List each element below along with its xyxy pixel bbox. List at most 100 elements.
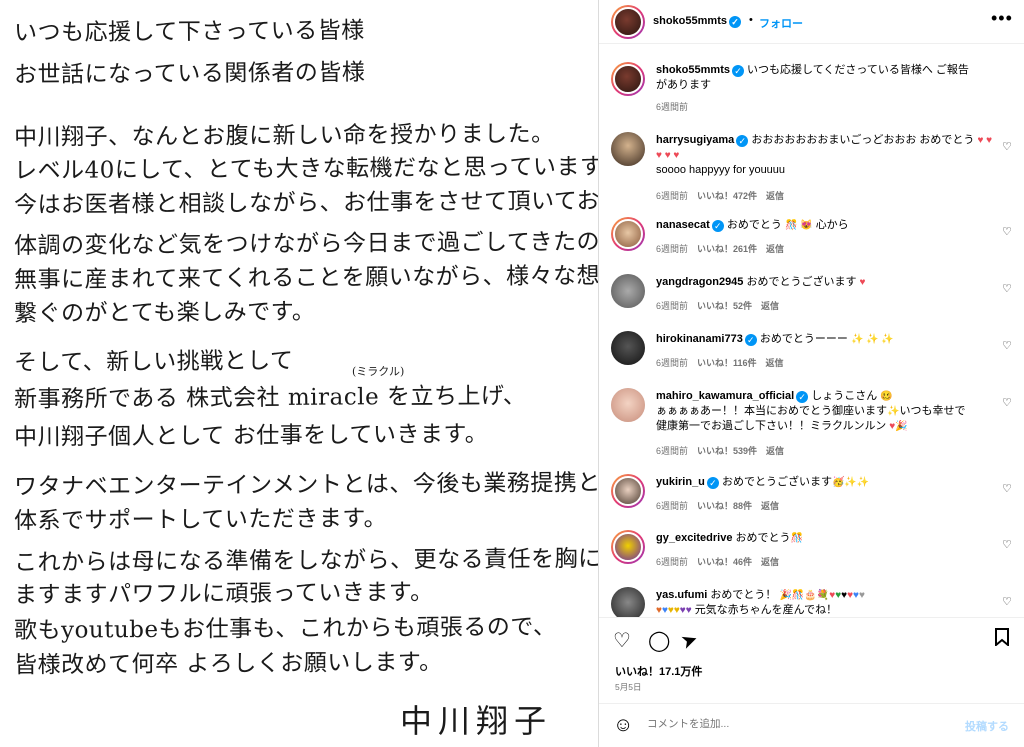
verified-badge-icon: ✓	[711, 220, 724, 232]
author-username[interactable]: shoko55mmts ✓	[653, 15, 741, 28]
comment-username[interactable]: yas.ufumi	[656, 589, 707, 601]
letter-line: 今はお医者様と相談しながら、お仕事をさせて頂いております。	[13, 187, 598, 219]
author-avatar[interactable]	[611, 5, 645, 39]
reply-button[interactable]: 返信	[766, 446, 784, 456]
emoji-icon: 🎊 😻	[784, 220, 813, 231]
author-avatar[interactable]	[611, 62, 645, 96]
likes-count[interactable]: いいね！17.1万件	[615, 663, 702, 679]
emoji-icon: 🥳	[831, 477, 845, 488]
letter-line: ますますパワフルに頑張っていきます。	[13, 579, 434, 609]
more-options-icon[interactable]: •••	[991, 8, 1013, 29]
sparkles-emoji: ✨ ✨ ✨	[850, 334, 894, 345]
reply-button[interactable]: 返信	[766, 358, 784, 368]
letter-line: 体調の変化など気をつけながら今日まで過ごしてきたので、	[13, 228, 598, 260]
heart-icon[interactable]: ♡	[613, 628, 631, 653]
like-comment-heart-icon[interactable]: ♡	[1002, 225, 1012, 238]
add-comment-bar: ☺ 投稿する	[599, 703, 1024, 747]
comment-text: yas.ufumi おめでとう！ 🎉🎊🎂💐♥♥♥♥♥♥ ♥♥♥♥♥♥ 元気な赤ち…	[656, 589, 865, 616]
emoji-icon: 🎊	[790, 533, 803, 544]
comment-username[interactable]: yukirin_u	[656, 476, 705, 488]
post-header: shoko55mmts ✓ • フォロー •••	[599, 0, 1024, 44]
commenter-avatar[interactable]	[611, 530, 645, 564]
comments-scrollbar[interactable]	[1020, 46, 1023, 606]
commenter-avatar[interactable]	[611, 132, 645, 166]
comment-meta: 6週間前 いいね！46件 返信	[656, 557, 780, 567]
letter-signature: 中川翔子	[400, 702, 553, 740]
letter-line: 体系でサポートしていただきます。	[13, 505, 388, 535]
commenter-avatar[interactable]	[611, 388, 645, 422]
reply-button[interactable]: 返信	[761, 301, 779, 311]
separator-dot: •	[749, 14, 753, 26]
comment-meta: 6週間前	[656, 100, 697, 113]
comment-username[interactable]: harrysugiyama	[656, 134, 734, 146]
comment-text: nanasecat ✓ おめでとう 🎊 😻 心から	[656, 219, 849, 232]
verified-badge-icon: ✓	[706, 477, 719, 489]
emoji-icon[interactable]: ☺	[613, 714, 633, 737]
commenter-avatar[interactable]	[611, 587, 645, 617]
comment-meta: 6週間前 いいね！472件 返信	[656, 191, 785, 201]
like-comment-heart-icon[interactable]: ♡	[1002, 396, 1012, 409]
comment-username[interactable]: shoko55mmts	[656, 64, 730, 76]
letter-line: 歌もyoutubeもお仕事も、これからも頑張るので、	[13, 614, 557, 644]
emoji-icon: 🎉🎊🎂💐	[779, 590, 830, 601]
caption-text: shoko55mmts ✓ いつも応援してくださっている皆様へ ご報告があります	[656, 64, 969, 91]
like-comment-heart-icon[interactable]: ♡	[1002, 140, 1012, 153]
verified-badge-icon: ✓	[731, 65, 744, 77]
reply-button[interactable]: 返信	[761, 501, 779, 511]
instagram-post-panel: shoko55mmts ✓ • フォロー ••• shoko55mmts ✓ いつも…	[598, 0, 1024, 747]
letter-line: 無事に産まれて来てくれることを願いながら、様々な想いを	[13, 262, 598, 294]
bookmark-icon[interactable]	[994, 628, 1010, 652]
like-comment-heart-icon[interactable]: ♡	[1002, 482, 1012, 495]
follow-button[interactable]: フォロー	[759, 15, 803, 31]
letter-line: お世話になっている関係者の皆様	[13, 59, 366, 89]
post-actions-bar: ♡ ◯ ➤ いいね！17.1万件 5月5日	[599, 617, 1024, 702]
comment-meta: 6週間前 いいね！52件 返信	[656, 301, 780, 311]
letter-line: いつも応援して下さっている皆様	[13, 17, 365, 47]
reply-button[interactable]: 返信	[766, 244, 784, 254]
letter-line: 中川翔子、なんとお腹に新しい命を授かりました。	[13, 121, 555, 151]
comment-text: harrysugiyama ✓ おおおおおおおまいごっどおおお おめでとう ♥ ♥…	[656, 134, 993, 176]
comment-username[interactable]: mahiro_kawamura_official	[656, 390, 794, 402]
letter-line: 新事務所である 株式会社 miracle を立ち上げ、	[13, 383, 527, 413]
letter-line: これからは母になる準備をしながら、更なる責任を胸に	[13, 545, 598, 577]
emoji-icon: 🎉	[895, 421, 908, 432]
comment-username[interactable]: nanasecat	[656, 219, 710, 231]
commenter-avatar[interactable]	[611, 331, 645, 365]
comment-input[interactable]	[647, 718, 947, 730]
commenter-avatar[interactable]	[611, 474, 645, 508]
sparkles-emoji: ✨	[887, 406, 900, 417]
like-comment-heart-icon[interactable]: ♡	[1002, 339, 1012, 352]
comment-meta: 6週間前 いいね！261件 返信	[656, 244, 785, 254]
letter-line: 中川翔子個人として お仕事をしていきます。	[13, 421, 489, 451]
commenter-avatar[interactable]	[611, 274, 645, 308]
like-comment-heart-icon[interactable]: ♡	[1002, 538, 1012, 551]
post-comment-button[interactable]: 投稿する	[965, 718, 1009, 734]
reply-button[interactable]: 返信	[766, 191, 784, 201]
like-comment-heart-icon[interactable]: ♡	[1002, 595, 1012, 608]
share-icon[interactable]: ➤	[677, 626, 701, 655]
sparkles-emoji: ✨✨	[844, 477, 870, 488]
commenter-avatar[interactable]	[611, 217, 645, 251]
like-comment-heart-icon[interactable]: ♡	[1002, 282, 1012, 295]
comment-time[interactable]: 6週間前	[656, 102, 688, 112]
comment-text: yukirin_u ✓ おめでとうございます🥳✨✨	[656, 476, 870, 489]
emoji-icon: 🥴	[880, 391, 893, 402]
comment-username[interactable]: yangdragon2945	[656, 276, 743, 288]
letter-line: ワタナベエンターテインメントとは、今後も業務提携という	[13, 469, 598, 501]
verified-badge-icon: ✓	[728, 16, 741, 28]
letter-line: 皆様改めて何卒 よろしくお願いします。	[13, 649, 443, 679]
comment-text: gy_excitedrive おめでとう🎊	[656, 532, 803, 544]
comment-username[interactable]: hirokinanami773	[656, 333, 743, 345]
heart-emoji: ♥	[859, 277, 866, 288]
verified-badge-icon: ✓	[744, 334, 757, 346]
post-date[interactable]: 5月5日	[615, 681, 641, 693]
comment-text: hirokinanami773 ✓ おめでとうーーー ✨ ✨ ✨	[656, 333, 894, 346]
comments-list[interactable]: shoko55mmts ✓ いつも応援してくださっている皆様へ ご報告があります …	[599, 44, 1024, 617]
reply-button[interactable]: 返信	[761, 557, 779, 567]
comment-icon[interactable]: ◯	[648, 628, 670, 653]
letter-line: 繋ぐのがとても楽しみです。	[13, 298, 316, 328]
comment-meta: 6週間前 いいね！116件 返信	[656, 358, 784, 368]
comment-username[interactable]: gy_excitedrive	[656, 532, 732, 544]
verified-badge-icon: ✓	[736, 135, 749, 147]
comment-text: mahiro_kawamura_official ✓ しょうこさん 🥴 ぁぁぁぁあ…	[656, 390, 966, 432]
